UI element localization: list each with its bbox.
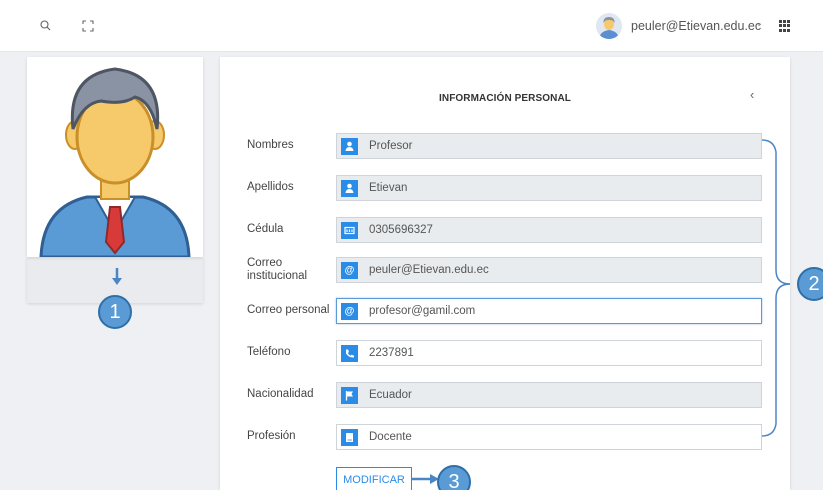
profile-card [27,57,203,257]
apps-grid-icon[interactable] [779,20,791,32]
label-apellidos: Apellidos [247,181,294,193]
top-bar: peuler@Etievan.edu.ec ⌄ [0,0,823,52]
teacher-avatar-icon [27,57,203,257]
apellidos-field: Etievan [336,175,762,201]
user-email[interactable]: peuler@Etievan.edu.ec [631,19,761,33]
at-icon: @ [341,262,358,279]
profesion-input[interactable]: Docente [336,424,762,450]
profesion-value: Docente [369,431,412,443]
user-avatar[interactable] [596,13,622,39]
user-menu-chevron-icon[interactable]: ⌄ [755,18,763,29]
correo-institucional-field: @ peuler@Etievan.edu.ec [336,257,762,283]
label-nacionalidad: Nacionalidad [247,388,314,400]
apellidos-value: Etievan [369,182,408,194]
back-chevron-icon[interactable]: ‹ [750,87,754,102]
annotation-badge-1: 1 [98,295,132,329]
label-profesion: Profesión [247,430,296,442]
book-icon [341,429,358,446]
nombres-field: Profesor [336,133,762,159]
flag-icon [341,387,358,404]
user-icon [341,180,358,197]
bracket-annotation [761,139,791,437]
section-title: INFORMACIÓN PERSONAL [439,93,571,104]
modificar-button[interactable]: MODIFICAR [336,467,412,490]
phone-icon [341,345,358,362]
telefono-input[interactable]: 2237891 [336,340,762,366]
arrow-down-icon [112,268,122,285]
at-icon: @ [341,303,358,320]
correo-personal-input[interactable]: @ profesor@gamil.com [336,298,762,324]
telefono-value: 2237891 [369,347,414,359]
personal-info-card: INFORMACIÓN PERSONAL ‹ Nombres Profesor … [220,57,790,490]
user-icon [341,138,358,155]
nacionalidad-value: Ecuador [369,389,412,401]
label-telefono: Teléfono [247,346,291,358]
label-nombres: Nombres [247,139,294,151]
nacionalidad-field: Ecuador [336,382,762,408]
label-correo-personal: Correo personal [247,304,330,316]
correo-personal-value: profesor@gamil.com [369,305,476,317]
label-cedula: Cédula [247,223,284,235]
id-card-icon [341,222,358,239]
correo-institucional-value: peuler@Etievan.edu.ec [369,264,489,276]
cedula-value: 0305696327 [369,224,433,236]
fullscreen-icon[interactable] [80,18,96,34]
label-correo-institucional: Correo institucional [247,257,308,282]
nombres-value: Profesor [369,140,413,152]
cedula-field: 0305696327 [336,217,762,243]
search-icon[interactable] [38,18,54,34]
annotation-badge-2: 2 [797,267,823,301]
